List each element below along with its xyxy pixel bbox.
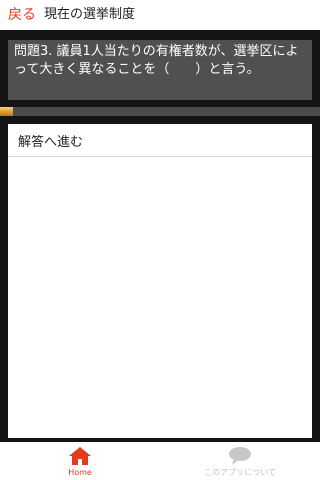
question-text: 問題3. 議員1人当たりの有権者数が、選挙区によって大きく異なることを（ ）と言… (14, 44, 299, 77)
bottom-tab-bar: Home このアプリについて (0, 442, 320, 480)
tab-about-label: このアプリについて (204, 468, 276, 477)
progress-bar-fill (0, 107, 13, 116)
speech-bubble-icon (229, 447, 251, 465)
page-title: 現在の選挙制度 (44, 7, 136, 22)
tab-home-label: Home (68, 468, 92, 477)
home-icon (69, 447, 91, 465)
back-button[interactable]: 戻る (8, 0, 36, 30)
tab-about[interactable]: このアプリについて (160, 442, 320, 480)
question-panel: 問題3. 議員1人当たりの有権者数が、選挙区によって大きく異なることを（ ）と言… (8, 40, 312, 100)
app-screen: 戻る 現在の選挙制度 問題3. 議員1人当たりの有権者数が、選挙区によって大きく… (0, 0, 320, 480)
quiz-area: 問題3. 議員1人当たりの有権者数が、選挙区によって大きく異なることを（ ）と言… (0, 30, 320, 442)
answer-card: 解答へ進む (8, 124, 312, 438)
progress-bar (0, 107, 320, 116)
proceed-to-answer-label: 解答へ進む (18, 134, 84, 150)
tab-home[interactable]: Home (0, 442, 160, 480)
proceed-to-answer-button[interactable]: 解答へ進む (8, 124, 312, 157)
header-bar: 戻る 現在の選挙制度 (0, 0, 320, 30)
